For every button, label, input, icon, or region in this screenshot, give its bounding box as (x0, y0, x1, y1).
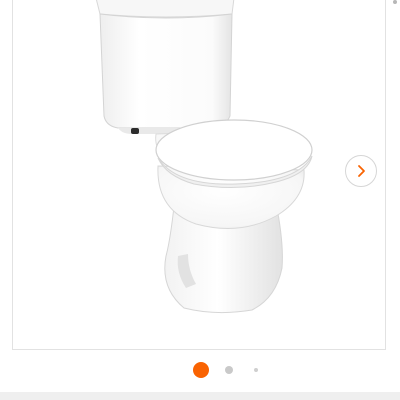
carousel-pagination (0, 360, 400, 380)
pagination-dot-active[interactable] (193, 362, 209, 378)
pagination-dot[interactable] (225, 366, 233, 374)
chevron-right-icon (358, 165, 365, 177)
toilet-seat-lid (155, 119, 313, 181)
toilet-product-image (95, 0, 313, 314)
product-gallery-screen (0, 0, 400, 400)
pagination-dot[interactable] (254, 368, 258, 372)
flush-handle (131, 128, 139, 134)
next-image-button[interactable] (345, 155, 377, 187)
bottom-section-divider (0, 392, 400, 400)
tank-body (99, 13, 233, 129)
tank-lid (95, 0, 235, 18)
product-image-frame[interactable] (12, 0, 386, 350)
